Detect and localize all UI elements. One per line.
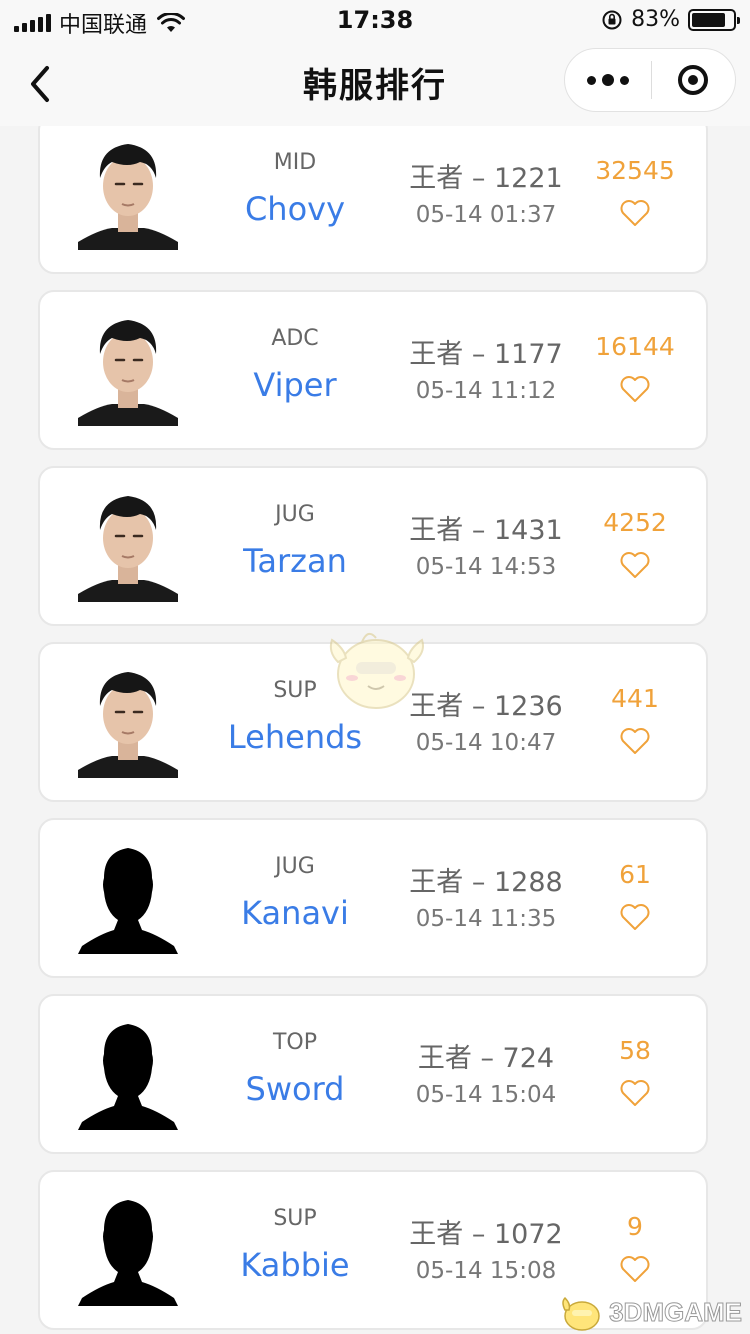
update-time: 05-14 11:12: [415, 378, 557, 404]
nav-bar: 韩服排行: [0, 42, 750, 126]
player-role: ADC: [271, 326, 319, 351]
avatar-placeholder-icon: [78, 1186, 178, 1306]
heart-icon[interactable]: [619, 726, 651, 756]
player-role: SUP: [273, 1206, 317, 1231]
player-rank: 王者 – 724: [417, 1043, 555, 1074]
player-role: JUG: [275, 502, 315, 527]
status-bar: 中国联通 17:38 83%: [0, 0, 750, 42]
battery-percent: 83%: [631, 7, 680, 32]
player-photo: [78, 658, 178, 778]
player-role: TOP: [272, 1030, 318, 1055]
update-time: 05-14 11:35: [415, 906, 557, 932]
player-rank: 王者 – 1431: [409, 515, 563, 546]
battery-icon: [688, 8, 740, 31]
avatar-placeholder-icon: [78, 834, 178, 954]
update-time: 05-14 10:47: [415, 730, 557, 756]
player-photo: [78, 482, 178, 602]
like-count: 61: [619, 860, 651, 889]
player-rank: 王者 – 1221: [409, 163, 563, 194]
avatar-placeholder-icon: [78, 1010, 178, 1130]
mini-program-capsule: [564, 48, 736, 112]
like-count: 441: [611, 684, 659, 713]
more-dots-icon: [586, 75, 596, 85]
player-card[interactable]: ADC Viper 王者 – 1177 05-14 11:12 16144: [38, 290, 708, 450]
mascot-small-icon: [562, 1296, 600, 1331]
player-photo: [78, 130, 178, 250]
heart-icon[interactable]: [619, 198, 651, 228]
like-count: 16144: [595, 332, 675, 361]
player-rank: 王者 – 1288: [409, 867, 563, 898]
like-count: 32545: [595, 156, 675, 185]
update-time: 05-14 15:04: [415, 1082, 557, 1108]
player-name[interactable]: Tarzan: [200, 542, 390, 580]
like-count: 9: [627, 1212, 643, 1241]
player-photo: [78, 306, 178, 426]
like-count: 58: [619, 1036, 651, 1065]
status-right: 83%: [601, 7, 740, 32]
update-time: 05-14 01:37: [415, 202, 557, 228]
player-card[interactable]: JUG Kanavi 王者 – 1288 05-14 11:35 61: [38, 818, 708, 978]
watermark-text: 3DMGAME: [609, 1296, 743, 1327]
player-name[interactable]: Viper: [200, 366, 390, 404]
heart-icon[interactable]: [619, 902, 651, 932]
player-card[interactable]: TOP Sword 王者 – 724 05-14 15:04 58: [38, 994, 708, 1154]
update-time: 05-14 14:53: [415, 554, 557, 580]
player-name[interactable]: Kabbie: [200, 1246, 390, 1284]
player-role: MID: [273, 150, 317, 175]
like-count: 4252: [603, 508, 667, 537]
update-time: 05-14 15:08: [415, 1258, 557, 1284]
close-button[interactable]: [652, 49, 736, 111]
ranking-list: MID Chovy 王者 – 1221 05-14 01:37 32545 ADC Vipe…: [0, 126, 750, 1334]
player-rank: 王者 – 1177: [409, 339, 563, 370]
heart-icon[interactable]: [619, 1254, 651, 1284]
heart-icon[interactable]: [619, 374, 651, 404]
battery-level: [692, 12, 725, 27]
heart-icon[interactable]: [619, 550, 651, 580]
mascot-watermark-icon: [329, 632, 424, 709]
player-card[interactable]: JUG Tarzan 王者 – 1431 05-14 14:53 4252: [38, 466, 708, 626]
player-rank: 王者 – 1072: [409, 1219, 563, 1250]
orientation-lock-icon: [602, 10, 622, 29]
more-button[interactable]: [565, 49, 651, 111]
player-name[interactable]: Lehends: [200, 718, 390, 756]
player-card[interactable]: MID Chovy 王者 – 1221 05-14 01:37 32545: [38, 126, 708, 274]
target-close-icon: [678, 65, 709, 95]
player-name[interactable]: Sword: [200, 1070, 390, 1108]
player-role: JUG: [275, 854, 315, 879]
player-name[interactable]: Kanavi: [200, 894, 390, 932]
player-name[interactable]: Chovy: [200, 190, 390, 228]
heart-icon[interactable]: [619, 1078, 651, 1108]
site-watermark: 3DMGAME: [559, 1292, 742, 1332]
